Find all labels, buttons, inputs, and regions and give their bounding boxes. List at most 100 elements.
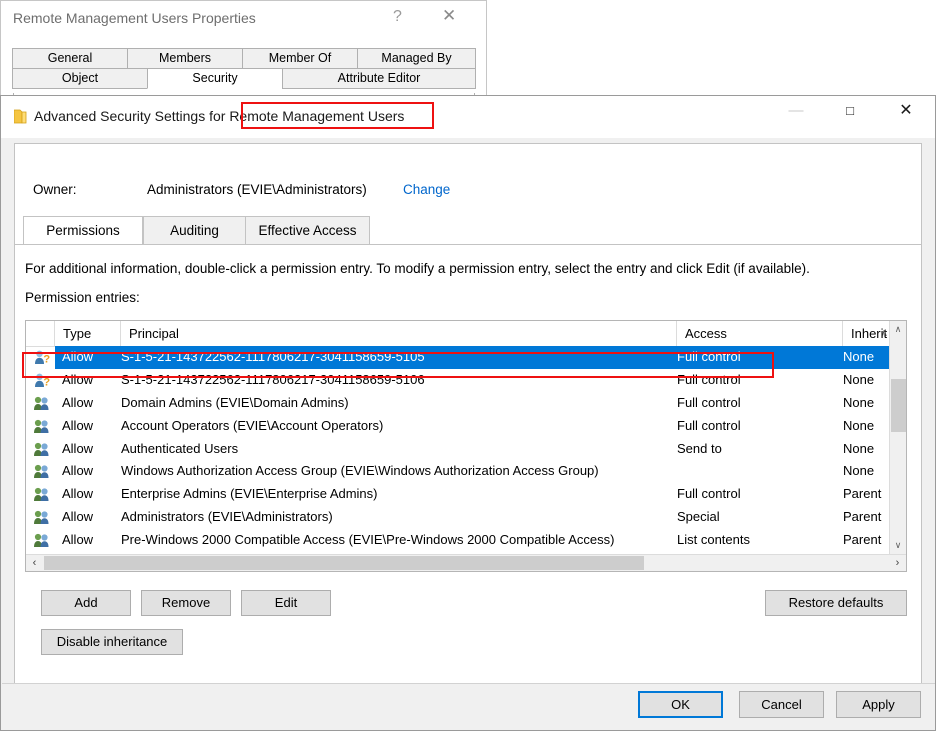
cancel-button[interactable]: Cancel	[739, 691, 824, 718]
cell-type: Allow	[62, 440, 94, 456]
cell-type: Allow	[62, 532, 94, 548]
scroll-down-icon[interactable]: ∨	[890, 537, 906, 554]
tab-members[interactable]: Members	[127, 48, 243, 69]
cell-principal: Windows Authorization Access Group (EVIE…	[121, 463, 599, 479]
remove-button[interactable]: Remove	[141, 590, 231, 616]
tab-managed-by[interactable]: Managed By	[357, 48, 476, 69]
ok-button[interactable]: OK	[638, 691, 723, 718]
cell-access: List contents	[677, 532, 750, 548]
column-header-icon[interactable]	[26, 321, 55, 346]
svg-text:?: ?	[43, 354, 50, 366]
scroll-left-icon[interactable]: ‹	[26, 555, 43, 571]
scroll-right-icon[interactable]: ›	[889, 555, 906, 571]
column-header-inherited[interactable]: Inherit ∧	[843, 321, 891, 346]
cell-principal: S-1-5-21-143722562-1117806217-3041158659…	[121, 371, 425, 387]
cell-inherited-from: None	[843, 349, 875, 364]
tab-effective-access[interactable]: Effective Access	[245, 216, 370, 245]
table-row[interactable]: Allow Authenticated Users Send to None	[26, 438, 906, 461]
cell-access: Send to	[677, 440, 722, 456]
tab-object[interactable]: Object	[12, 68, 148, 89]
cell-access: Full control	[677, 394, 741, 410]
advanced-titlebar: Advanced Security Settings for Remote Ma…	[1, 96, 935, 138]
cell-access: Full control	[677, 349, 741, 364]
cell-type: Allow	[62, 463, 94, 479]
cell-type: Allow	[62, 486, 94, 502]
user-unknown-icon: ?	[33, 349, 50, 366]
advanced-window-title: Advanced Security Settings for Remote Ma…	[34, 108, 405, 124]
column-header-access[interactable]: Access	[677, 321, 843, 346]
cell-access: Special	[677, 509, 720, 525]
group-icon	[33, 441, 50, 458]
group-icon	[33, 395, 50, 412]
maximize-icon[interactable]: □	[827, 96, 873, 126]
scroll-up-icon[interactable]: ∧	[890, 321, 906, 338]
info-text: For additional information, double-click…	[25, 261, 810, 276]
cell-principal: Pre-Windows 2000 Compatible Access (EVIE…	[121, 532, 615, 548]
close-icon[interactable]: ✕	[883, 96, 929, 126]
cell-inherited-from: Parent	[843, 532, 882, 548]
properties-title: Remote Management Users Properties	[13, 10, 256, 26]
tab-general[interactable]: General	[12, 48, 128, 69]
help-icon[interactable]: ?	[393, 8, 402, 26]
cell-type: Allow	[62, 417, 94, 433]
cell-principal: S-1-5-21-143722562-1117806217-3041158659…	[121, 349, 425, 364]
table-row[interactable]: Allow Windows Authorization Access Group …	[26, 460, 906, 483]
disable-inheritance-button[interactable]: Disable inheritance	[41, 629, 183, 655]
column-header-type[interactable]: Type	[55, 321, 121, 346]
cell-access: Full control	[677, 371, 741, 387]
cell-principal: Administrators (EVIE\Administrators)	[121, 509, 333, 525]
table-row[interactable]: Allow Pre-Windows 2000 Compatible Access …	[26, 529, 906, 552]
permission-entries-list[interactable]: Type Principal Access Inherit ∧ ? Allow S-1…	[25, 320, 907, 572]
horizontal-scrollbar[interactable]: ‹ ›	[26, 554, 906, 571]
cell-inherited-from: None	[843, 371, 875, 387]
apply-button[interactable]: Apply	[836, 691, 921, 718]
tab-permissions[interactable]: Permissions	[23, 216, 143, 245]
properties-tabstrip: General Members Member Of Managed By Obj…	[12, 48, 476, 94]
change-owner-link[interactable]: Change	[403, 182, 450, 197]
properties-titlebar: Remote Management Users Properties ? ✕	[1, 1, 486, 41]
cell-principal: Domain Admins (EVIE\Domain Admins)	[121, 394, 349, 410]
cell-inherited-from: Parent	[843, 509, 882, 525]
group-icon	[33, 486, 50, 503]
cell-inherited-from: None	[843, 440, 875, 456]
restore-defaults-button[interactable]: Restore defaults	[765, 590, 907, 616]
cell-inherited-from: Parent	[843, 486, 882, 502]
properties-dialog: Remote Management Users Properties ? ✕ G…	[0, 0, 487, 101]
cell-access: Full control	[677, 486, 741, 502]
minimize-icon[interactable]: —	[773, 96, 819, 126]
horizontal-scroll-thumb[interactable]	[44, 556, 644, 570]
cell-principal: Account Operators (EVIE\Account Operator…	[121, 417, 384, 433]
table-row[interactable]: ? Allow S-1-5-21-143722562-1117806217-3041…	[26, 369, 906, 392]
cell-inherited-from: None	[843, 394, 875, 410]
tab-attribute-editor[interactable]: Attribute Editor	[282, 68, 476, 89]
vertical-scroll-thumb[interactable]	[891, 379, 906, 432]
cell-principal: Authenticated Users	[121, 440, 239, 456]
close-icon[interactable]: ✕	[442, 7, 456, 25]
owner-value: Administrators (EVIE\Administrators)	[147, 182, 367, 197]
tab-underline	[15, 244, 921, 245]
add-button[interactable]: Add	[41, 590, 131, 616]
group-icon	[33, 509, 50, 526]
group-icon	[33, 532, 50, 549]
table-row[interactable]: Allow Account Operators (EVIE\Account Ope…	[26, 415, 906, 438]
cell-type: Allow	[62, 509, 94, 525]
list-rows: ? Allow S-1-5-21-143722562-1117806217-3041…	[26, 346, 906, 553]
edit-button[interactable]: Edit	[241, 590, 331, 616]
tab-member-of[interactable]: Member Of	[242, 48, 358, 69]
tab-security[interactable]: Security	[147, 68, 283, 89]
group-icon	[33, 418, 50, 435]
table-row[interactable]: Allow Administrators (EVIE\Administrators…	[26, 506, 906, 529]
column-header-principal[interactable]: Principal	[121, 321, 677, 346]
cell-type: Allow	[62, 349, 94, 364]
cell-inherited-from: None	[843, 417, 875, 433]
vertical-scrollbar[interactable]: ∧ ∨	[889, 321, 906, 554]
table-row[interactable]: ? Allow S-1-5-21-143722562-1117806217-3041…	[26, 346, 906, 369]
tab-auditing[interactable]: Auditing	[143, 216, 246, 245]
table-row[interactable]: Allow Enterprise Admins (EVIE\Enterprise …	[26, 483, 906, 506]
owner-label: Owner:	[33, 182, 77, 197]
table-row[interactable]: Allow Domain Admins (EVIE\Domain Admins) F…	[26, 392, 906, 415]
list-header-row: Type Principal Access Inherit ∧	[26, 321, 906, 347]
sort-ascending-icon: ∧	[880, 328, 888, 339]
cell-type: Allow	[62, 371, 94, 387]
cell-inherited-from: None	[843, 463, 875, 479]
